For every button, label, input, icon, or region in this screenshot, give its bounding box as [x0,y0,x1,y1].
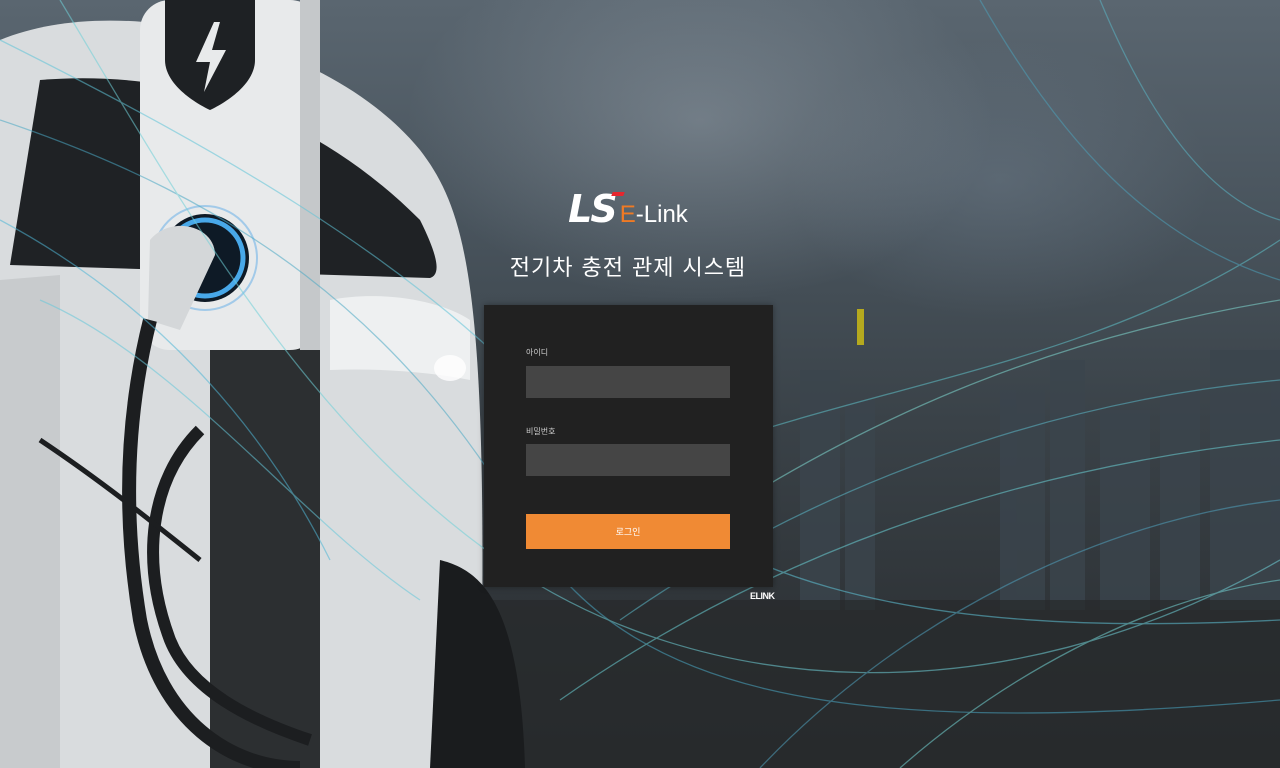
login-panel: 아이디 비밀번호 로그인 [484,305,773,587]
password-label: 비밀번호 [526,427,556,436]
yellow-marker [857,309,864,345]
id-input[interactable] [526,366,730,398]
password-input[interactable] [526,444,730,476]
logo-ls-text: LS [568,190,625,228]
elink-corner-mark: ELINK [750,591,775,601]
ls-elink-logo: LS E-Link [568,178,688,228]
login-button[interactable]: 로그인 [526,514,730,549]
system-title: 전기차 충전 관제 시스템 [509,256,747,281]
logo-elink-text: E-Link [619,201,688,228]
login-page: LS E-Link 전기차 충전 관제 시스템 아이디 비밀번호 로그인 ELI… [0,0,1280,768]
logo-red-mark [611,192,625,196]
brand-header: LS E-Link 전기차 충전 관제 시스템 [0,178,1256,282]
id-label: 아이디 [526,348,549,357]
